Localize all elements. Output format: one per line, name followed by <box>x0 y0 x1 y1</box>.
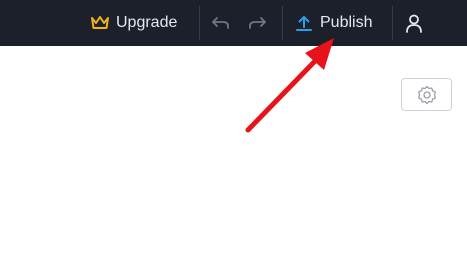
user-menu-button[interactable] <box>404 0 424 46</box>
settings-button[interactable] <box>401 78 452 111</box>
main-canvas <box>0 46 467 270</box>
undo-button[interactable] <box>211 0 231 46</box>
redo-icon <box>247 15 267 31</box>
toolbar-divider <box>392 6 393 40</box>
redo-button[interactable] <box>247 0 267 46</box>
upload-icon <box>295 14 313 32</box>
publish-label: Publish <box>320 14 373 31</box>
gear-icon <box>417 85 437 105</box>
upgrade-button[interactable]: Upgrade <box>90 0 177 46</box>
undo-icon <box>211 15 231 31</box>
publish-button[interactable]: Publish <box>295 0 372 46</box>
crown-icon <box>90 15 110 31</box>
toolbar-divider <box>199 6 200 40</box>
user-icon <box>404 13 424 33</box>
upgrade-label: Upgrade <box>116 14 178 31</box>
toolbar-divider <box>282 6 283 40</box>
top-toolbar: Upgrade Publish <box>0 0 467 46</box>
